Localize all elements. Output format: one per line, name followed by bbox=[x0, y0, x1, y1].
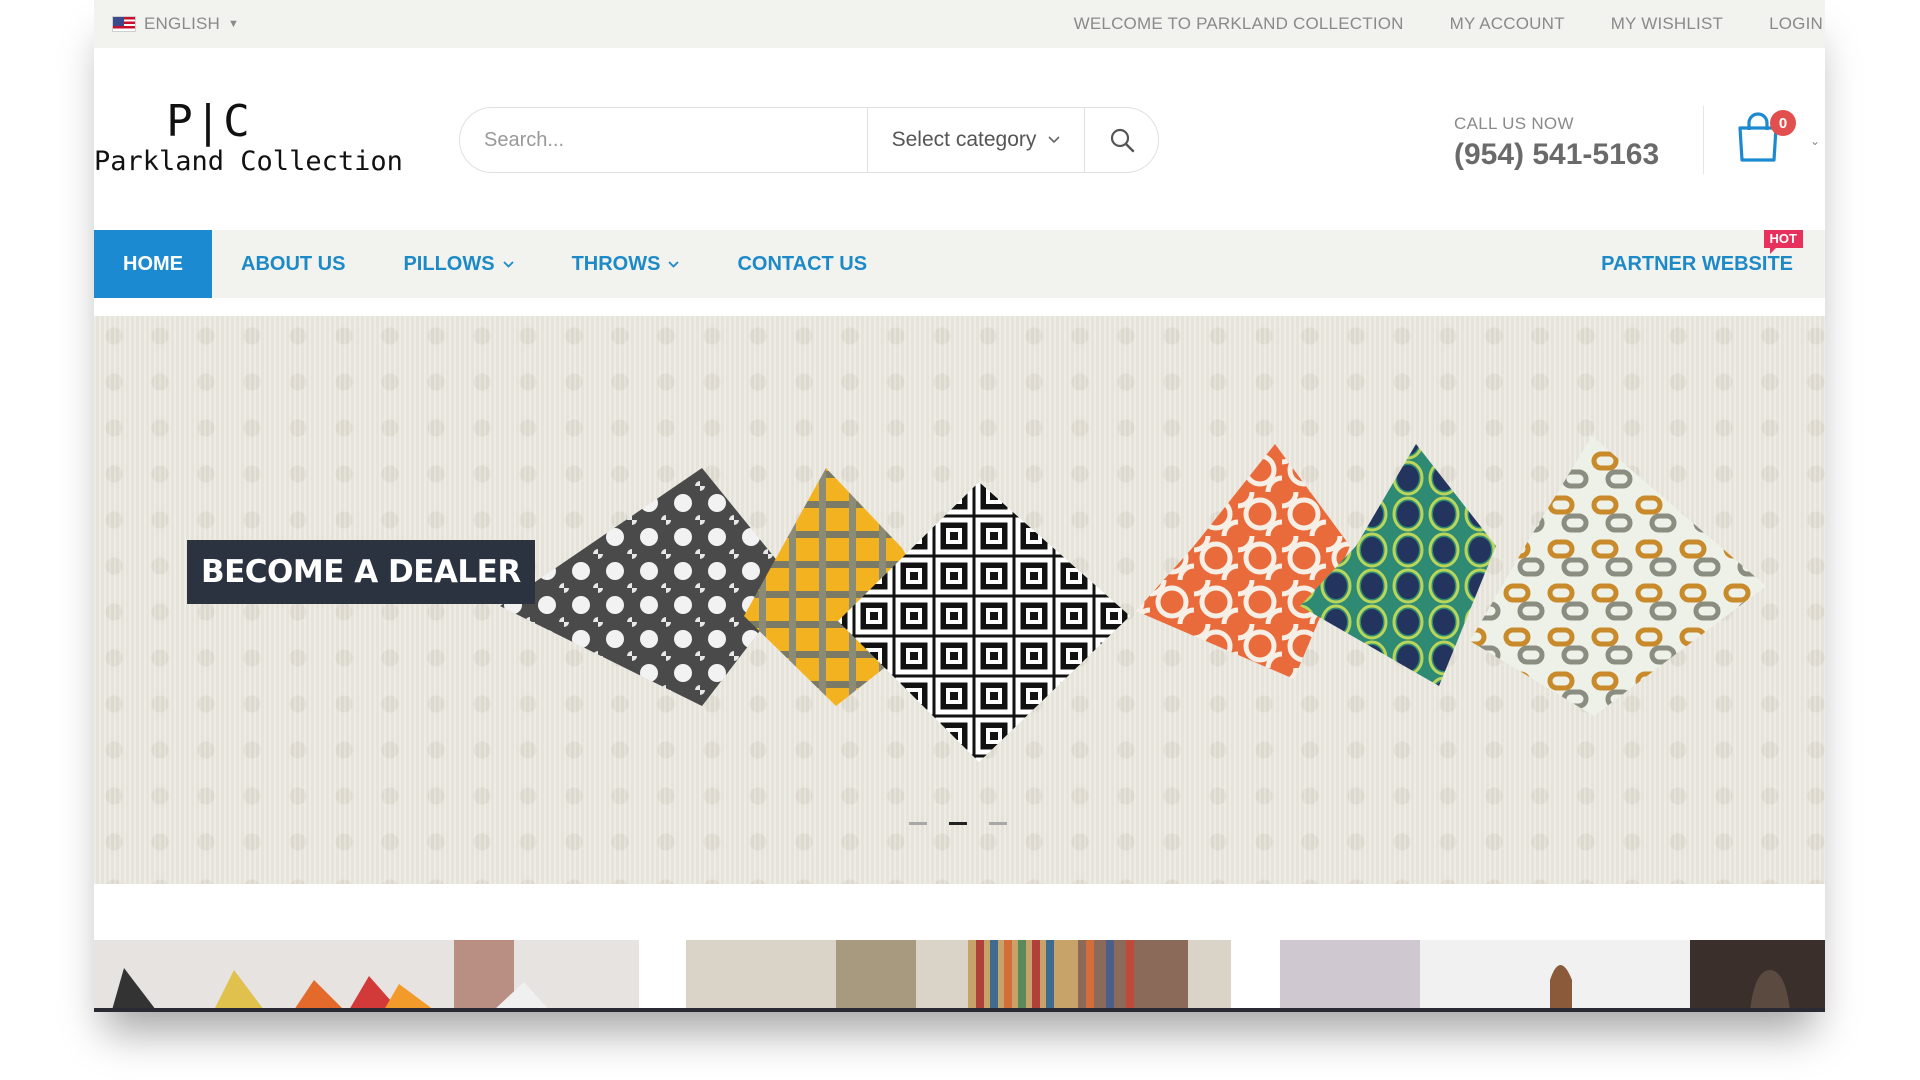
cart-chevron-icon[interactable]: ⌄ bbox=[1810, 134, 1820, 148]
my-wishlist-link[interactable]: MY WISHLIST bbox=[1611, 14, 1723, 34]
pillows-banner-image bbox=[94, 940, 639, 1010]
header-divider bbox=[1703, 106, 1704, 174]
call-us: CALL US NOW (954) 541-5163 bbox=[1454, 114, 1659, 172]
language-selector[interactable]: ENGLISH ▼ bbox=[112, 14, 239, 34]
slider-dots bbox=[909, 822, 1007, 825]
decor-banner-image bbox=[1280, 940, 1825, 1010]
chevron-down-icon bbox=[1048, 136, 1060, 144]
nav-partner-label: PARTNER WEBSITE bbox=[1601, 252, 1793, 275]
slider-dot-active[interactable] bbox=[949, 822, 967, 825]
top-bar: ENGLISH ▼ WELCOME TO PARKLAND COLLECTION… bbox=[94, 0, 1825, 48]
nav-contact-us-label: CONTACT US bbox=[737, 252, 868, 275]
nav-throws-label: THROWS bbox=[571, 252, 661, 275]
slider-dot[interactable] bbox=[909, 822, 927, 825]
become-dealer-button[interactable]: BECOME A DEALER bbox=[187, 540, 535, 604]
top-links: WELCOME TO PARKLAND COLLECTION MY ACCOUN… bbox=[1074, 14, 1825, 34]
nav-partner-website[interactable]: PARTNER WEBSITE HOT bbox=[1572, 230, 1825, 298]
category-select-label: Select category bbox=[891, 128, 1037, 151]
cart-count-badge: 0 bbox=[1770, 110, 1796, 136]
category-banner-decor[interactable] bbox=[1280, 940, 1825, 1010]
us-flag-icon bbox=[112, 16, 136, 32]
nav-about-us[interactable]: ABOUT US bbox=[212, 230, 374, 298]
my-account-link[interactable]: MY ACCOUNT bbox=[1450, 14, 1565, 34]
nav-home[interactable]: HOME bbox=[94, 230, 212, 298]
nav-about-us-label: ABOUT US bbox=[241, 252, 346, 275]
nav-pillows[interactable]: PILLOWS bbox=[374, 230, 542, 298]
site-header: P|C Parkland Collection Select category … bbox=[94, 48, 1825, 230]
search-icon bbox=[1110, 128, 1134, 153]
hot-badge: HOT bbox=[1763, 230, 1803, 254]
logo-text: Parkland Collection bbox=[94, 146, 403, 177]
category-banner-throws[interactable] bbox=[686, 940, 1231, 1010]
category-banners bbox=[94, 940, 1825, 1010]
chevron-down-icon bbox=[668, 260, 680, 268]
nav-contact-us[interactable]: CONTACT US bbox=[708, 230, 896, 298]
welcome-text: WELCOME TO PARKLAND COLLECTION bbox=[1073, 14, 1404, 33]
search-bar: Select category bbox=[459, 107, 1159, 173]
slider-dot[interactable] bbox=[989, 822, 1007, 825]
login-link[interactable]: LOGIN bbox=[1769, 14, 1823, 34]
category-banner-pillows[interactable] bbox=[94, 940, 639, 1010]
nav-throws[interactable]: THROWS bbox=[543, 230, 709, 298]
logo[interactable]: P|C Parkland Collection bbox=[94, 96, 403, 178]
search-input[interactable] bbox=[460, 108, 867, 172]
main-nav: HOME ABOUT US PILLOWS THROWS CONTACT US … bbox=[94, 230, 1825, 298]
call-us-label: CALL US NOW bbox=[1454, 114, 1574, 133]
nav-home-label: HOME bbox=[123, 252, 183, 275]
throws-banner-image bbox=[686, 940, 1231, 1010]
hero-slider[interactable]: BECOME A DEALER bbox=[94, 316, 1825, 884]
chevron-down-icon bbox=[502, 260, 514, 268]
logo-mark: P|C bbox=[166, 96, 252, 147]
language-label: ENGLISH bbox=[144, 14, 221, 33]
category-select[interactable]: Select category bbox=[867, 108, 1084, 172]
search-button[interactable] bbox=[1084, 108, 1158, 172]
caret-down-icon: ▼ bbox=[228, 18, 240, 30]
phone-number[interactable]: (954) 541-5163 bbox=[1454, 138, 1659, 172]
nav-pillows-label: PILLOWS bbox=[403, 252, 495, 275]
cart-button[interactable]: 0 bbox=[1736, 110, 1796, 172]
bottom-divider bbox=[94, 1008, 1825, 1012]
page-frame: ENGLISH ▼ WELCOME TO PARKLAND COLLECTION… bbox=[94, 0, 1825, 1012]
